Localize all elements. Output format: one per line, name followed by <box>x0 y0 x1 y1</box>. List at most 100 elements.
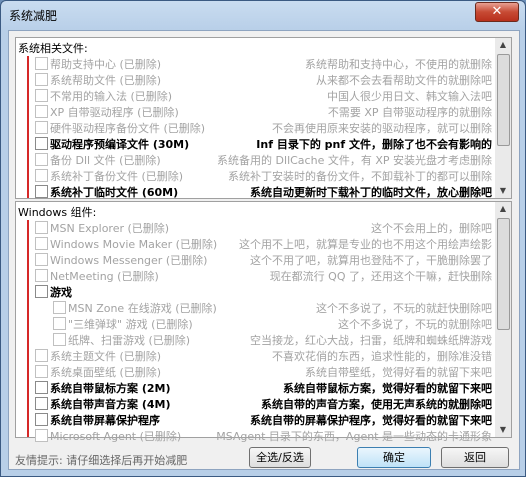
list-item[interactable]: NetMeeting (已删除) 现在都流行 QQ 了，还用这个干嘛，赶快删除 <box>16 267 496 283</box>
list-item[interactable]: 系统主题文件 (已删除) 不喜欢花俏的东西，追求性能的，删除准没错 <box>16 347 496 363</box>
item-name: 硬件驱动程序备份文件 (已删除) <box>50 122 206 135</box>
list-item[interactable]: Windows Messenger (已删除) 这个不用了吧，就算用也登陆不了，干… <box>16 251 496 267</box>
scroll-down-icon[interactable]: ▼ <box>495 184 511 198</box>
item-checkbox[interactable] <box>35 237 48 250</box>
list-item[interactable]: 硬件驱动程序备份文件 (已删除) 不会再使用原来安装的驱动程序，就可以删除 <box>16 119 496 135</box>
select-all-button[interactable]: 全选/反选 <box>249 447 311 468</box>
item-name: Windows Movie Maker (已删除) <box>50 238 218 251</box>
item-description: 系统补丁安装时的备份文件，不卸载补丁的都可以删除 <box>228 170 492 183</box>
list-item[interactable]: 备份 Dll 文件 (已删除) 系统备用的 DllCache 文件，有 XP 安装… <box>16 151 496 167</box>
list-item[interactable]: Windows Movie Maker (已删除) 这个用不上吧，就算是专业的也不… <box>16 235 496 251</box>
item-name: MSN Zone 在线游戏 (已删除) <box>68 302 217 315</box>
item-checkbox[interactable] <box>35 137 48 150</box>
title-bar[interactable]: 系统减肥 ✕ <box>1 1 525 27</box>
item-name: XP 自带驱动程序 (已删除) <box>50 106 179 119</box>
item-checkbox[interactable] <box>35 429 48 442</box>
item-checkbox[interactable] <box>35 349 48 362</box>
list-item[interactable]: 系统补丁备份文件 (已删除) 系统补丁安装时的备份文件，不卸载补丁的都可以删除 <box>16 167 496 183</box>
list-item[interactable]: Microsoft Agent (已删除) MSAgent 目录下的东西，Agen… <box>16 427 496 443</box>
item-checkbox[interactable] <box>35 153 48 166</box>
item-checkbox[interactable] <box>35 365 48 378</box>
dialog-window: 系统减肥 ✕ 系统相关文件: 帮助支持中心 (已删除) 系统帮助和支持中心，不使用… <box>0 0 526 477</box>
item-checkbox[interactable] <box>35 253 48 266</box>
item-name: 驱动程序预编译文件 (30M) <box>50 138 190 151</box>
item-name: Windows Messenger (已删除) <box>50 254 208 267</box>
item-checkbox[interactable] <box>53 301 66 314</box>
windows-components-scrollbar[interactable]: ▲ ▼ <box>495 201 512 438</box>
footer-tip: 友情提示: 请仔细选择后再开始减肥 <box>15 454 188 467</box>
item-checkbox[interactable] <box>35 269 48 282</box>
item-description: 系统自带的屏幕保护程序，觉得好看的就留下来吧 <box>250 414 492 427</box>
list-item[interactable]: 驱动程序预编译文件 (30M) Inf 目录下的 pnf 文件，删除了也不会有影响… <box>16 135 496 151</box>
list-item[interactable]: MSN Explorer (已删除) 这个不会用上的，删除吧 <box>16 219 496 235</box>
group-title-windows-components: Windows 组件: <box>18 206 97 219</box>
list-item[interactable]: 帮助支持中心 (已删除) 系统帮助和支持中心，不使用的就删除 <box>16 55 496 71</box>
list-item[interactable]: 系统桌面壁纸 (已删除) 系统自带壁纸，觉得好看的就留下来吧 <box>16 363 496 379</box>
item-description: Inf 目录下的 pnf 文件，删除了也不会有影响的 <box>256 138 492 151</box>
close-button[interactable]: ✕ <box>475 2 519 22</box>
item-checkbox[interactable] <box>35 381 48 394</box>
scroll-up-icon[interactable]: ▲ <box>495 202 511 216</box>
item-description: 中国人很少用日文、韩文输入法吧 <box>327 90 492 103</box>
item-description: 这个不多说了，不玩的就赶快删除吧 <box>316 302 492 315</box>
item-description: 系统自带的声音方案，使用无声系统的就删除吧 <box>261 398 492 411</box>
window-title: 系统减肥 <box>9 9 58 23</box>
item-name: 帮助支持中心 (已删除) <box>50 58 162 71</box>
close-icon: ✕ <box>491 4 503 19</box>
scroll-thumb[interactable] <box>497 218 510 330</box>
list-item[interactable]: 纸牌、扫雷游戏 (已删除) 空当接龙，红心大战，扫雷，纸牌和蜘蛛纸牌游戏 <box>16 331 496 347</box>
item-checkbox[interactable] <box>35 89 48 102</box>
ok-button[interactable]: 确定 <box>357 447 431 468</box>
list-item[interactable]: 系统自带屏幕保护程序 系统自带的屏幕保护程序，觉得好看的就留下来吧 <box>16 411 496 427</box>
item-description: 从来都不会去看帮助文件的就删除吧 <box>316 74 492 87</box>
item-checkbox[interactable] <box>35 105 48 118</box>
item-checkbox[interactable] <box>35 73 48 86</box>
back-button[interactable]: 返回 <box>441 447 509 468</box>
item-name: 游戏 <box>50 286 72 299</box>
list-item[interactable]: "三维弹球" 游戏 (已删除) 这个不多说了，不玩的就删除吧 <box>16 315 496 331</box>
item-checkbox[interactable] <box>53 333 66 346</box>
dialog-client: 系统相关文件: 帮助支持中心 (已删除) 系统帮助和支持中心，不使用的就删除 系统帮… <box>8 30 520 470</box>
list-item[interactable]: 不常用的输入法 (已删除) 中国人很少用日文、韩文输入法吧 <box>16 87 496 103</box>
item-name: 系统自带鼠标方案 (2M) <box>50 382 171 395</box>
item-checkbox[interactable] <box>35 169 48 182</box>
item-checkbox[interactable] <box>35 221 48 234</box>
item-checkbox[interactable] <box>53 317 66 330</box>
item-name: 备份 Dll 文件 (已删除) <box>50 154 161 167</box>
scroll-down-icon[interactable]: ▼ <box>495 423 511 437</box>
item-description: 系统自带壁纸，觉得好看的就留下来吧 <box>305 366 492 379</box>
item-checkbox[interactable] <box>35 413 48 426</box>
list-item[interactable]: 系统帮助文件 (已删除) 从来都不会去看帮助文件的就删除吧 <box>16 71 496 87</box>
item-checkbox[interactable] <box>35 185 48 198</box>
list-item[interactable]: MSN Zone 在线游戏 (已删除) 这个不多说了，不玩的就赶快删除吧 <box>16 299 496 315</box>
item-description: MSAgent 目录下的东西，Agent 是一些动态的卡通形象 <box>216 430 492 443</box>
item-checkbox[interactable] <box>35 397 48 410</box>
item-checkbox[interactable] <box>35 285 48 298</box>
scroll-thumb[interactable] <box>497 54 510 146</box>
item-description: 空当接龙，红心大战，扫雷，纸牌和蜘蛛纸牌游戏 <box>250 334 492 347</box>
system-files-scrollbar[interactable]: ▲ ▼ <box>495 37 512 199</box>
windows-components-panel: Windows 组件: MSN Explorer (已删除) 这个不会用上的，删除… <box>15 201 497 443</box>
scroll-up-icon[interactable]: ▲ <box>495 38 511 52</box>
list-item[interactable]: 游戏 <box>16 283 496 299</box>
item-checkbox[interactable] <box>35 121 48 134</box>
item-name: 系统补丁临时文件 (60M) <box>50 186 179 199</box>
list-item[interactable]: XP 自带驱动程序 (已删除) 不需要 XP 自带驱动程序的就删除 <box>16 103 496 119</box>
item-description: 不喜欢花俏的东西，追求性能的，删除准没错 <box>272 350 492 363</box>
item-description: 系统备用的 DllCache 文件，有 XP 安装光盘才考虑删除 <box>217 154 492 167</box>
list-item[interactable]: 系统自带声音方案 (4M) 系统自带的声音方案，使用无声系统的就删除吧 <box>16 395 496 411</box>
item-checkbox[interactable] <box>35 57 48 70</box>
item-name: Microsoft Agent (已删除) <box>50 430 182 443</box>
item-description: 不需要 XP 自带驱动程序的就删除 <box>327 106 492 119</box>
item-name: 系统自带声音方案 (4M) <box>50 398 171 411</box>
list-item[interactable]: 系统自带鼠标方案 (2M) 系统自带鼠标方案，觉得好看的就留下来吧 <box>16 379 496 395</box>
system-files-panel: 系统相关文件: 帮助支持中心 (已删除) 系统帮助和支持中心，不使用的就删除 系统帮… <box>15 37 497 199</box>
item-name: 系统帮助文件 (已删除) <box>50 74 162 87</box>
item-description: 不会再使用原来安装的驱动程序，就可以删除 <box>272 122 492 135</box>
item-name: "三维弹球" 游戏 (已删除) <box>68 318 193 331</box>
item-description: 系统自带鼠标方案，觉得好看的就留下来吧 <box>283 382 492 395</box>
item-description: 这个不多说了，不玩的就删除吧 <box>338 318 492 331</box>
item-description: 这个用不上吧，就算是专业的也不用这个用绘声绘影 <box>239 238 492 251</box>
list-item[interactable]: 系统补丁临时文件 (60M) 系统自动更新时下载补丁的临时文件，放心删除吧 <box>16 183 496 199</box>
item-description: 现在都流行 QQ 了，还用这个干嘛，赶快删除 <box>269 270 492 283</box>
